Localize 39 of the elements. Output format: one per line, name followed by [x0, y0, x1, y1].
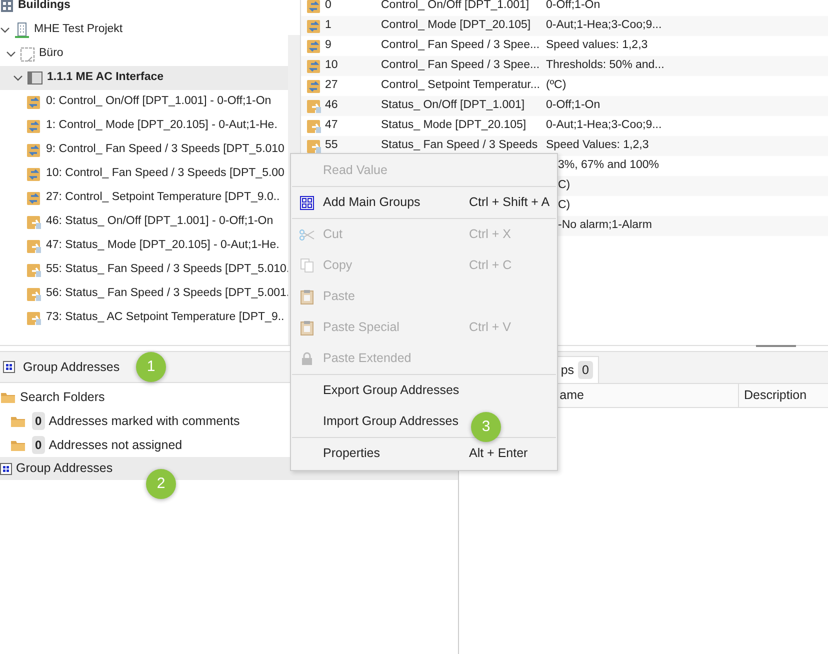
table-cell-text: 0-Aut;1-Hea;3-Coo;9... [546, 18, 662, 34]
shortcut-label: Ctrl + C [469, 257, 512, 274]
shortcut-label: Ctrl + X [469, 226, 512, 244]
count-badge: 0 [32, 412, 45, 430]
table-cell-text: Status_ Fan Speed / 3 Speeds [381, 138, 539, 154]
table-cell-text: 9 [324, 38, 332, 54]
table-cell-text: Control_ On/Off [DPT_1.001] [381, 0, 530, 14]
table-cell-text: C) [558, 178, 570, 194]
table-cell-text: Control_ Fan Speed / 3 Spee... [381, 58, 541, 74]
table-cell-text: 46 [324, 98, 339, 114]
table-cell-text: 0-Aut;1-Hea;3-Coo;9... [546, 118, 662, 134]
step-number-badge: 3 [471, 412, 501, 442]
table-cell-text: 55 [324, 138, 339, 154]
table-cell-text: Control_ Mode [DPT_20.105] [381, 18, 532, 34]
table-cell-text: C) [558, 198, 570, 214]
panel-title: Group Addresses [23, 358, 120, 376]
shortcut-label: Ctrl + V [469, 319, 512, 336]
table-cell-text: Speed Values: 1,2,3 [546, 138, 649, 154]
table-cell-text: 10 [324, 58, 339, 74]
table-cell-text: 0 [324, 0, 332, 14]
shortcut-label: Alt + Enter [469, 445, 528, 462]
table-cell-text: 0-Off;1-On [546, 98, 600, 114]
table-cell-text: 0-Off;1-On [546, 0, 600, 14]
table-cell-text: 1 [324, 18, 332, 34]
table-cell-text: (ºC) [546, 78, 566, 94]
table-cell-text: Thresholds: 50% and... [546, 58, 664, 74]
step-number-badge: 2 [146, 469, 176, 499]
count-badge: 0 [32, 436, 45, 454]
table-cell-text: 27 [324, 78, 339, 94]
table-cell-text: Speed values: 1,2,3 [546, 38, 648, 54]
shortcut-label: Ctrl + Shift + A [469, 194, 550, 212]
table-cell-text: Status_ On/Off [DPT_1.001] [381, 98, 526, 114]
table-cell-text: -No alarm;1-Alarm [558, 218, 652, 234]
table-cell-text: 3%, 67% and 100% [558, 158, 660, 174]
table-cell-text: Control_ Setpoint Temperatur... [381, 78, 541, 94]
table-cell-text: Status_ Mode [DPT_20.105] [381, 118, 528, 134]
table-cell-text: Control_ Fan Speed / 3 Spee... [381, 38, 541, 54]
table-cell-text: 47 [324, 118, 339, 134]
count-badge: 0 [578, 360, 593, 380]
